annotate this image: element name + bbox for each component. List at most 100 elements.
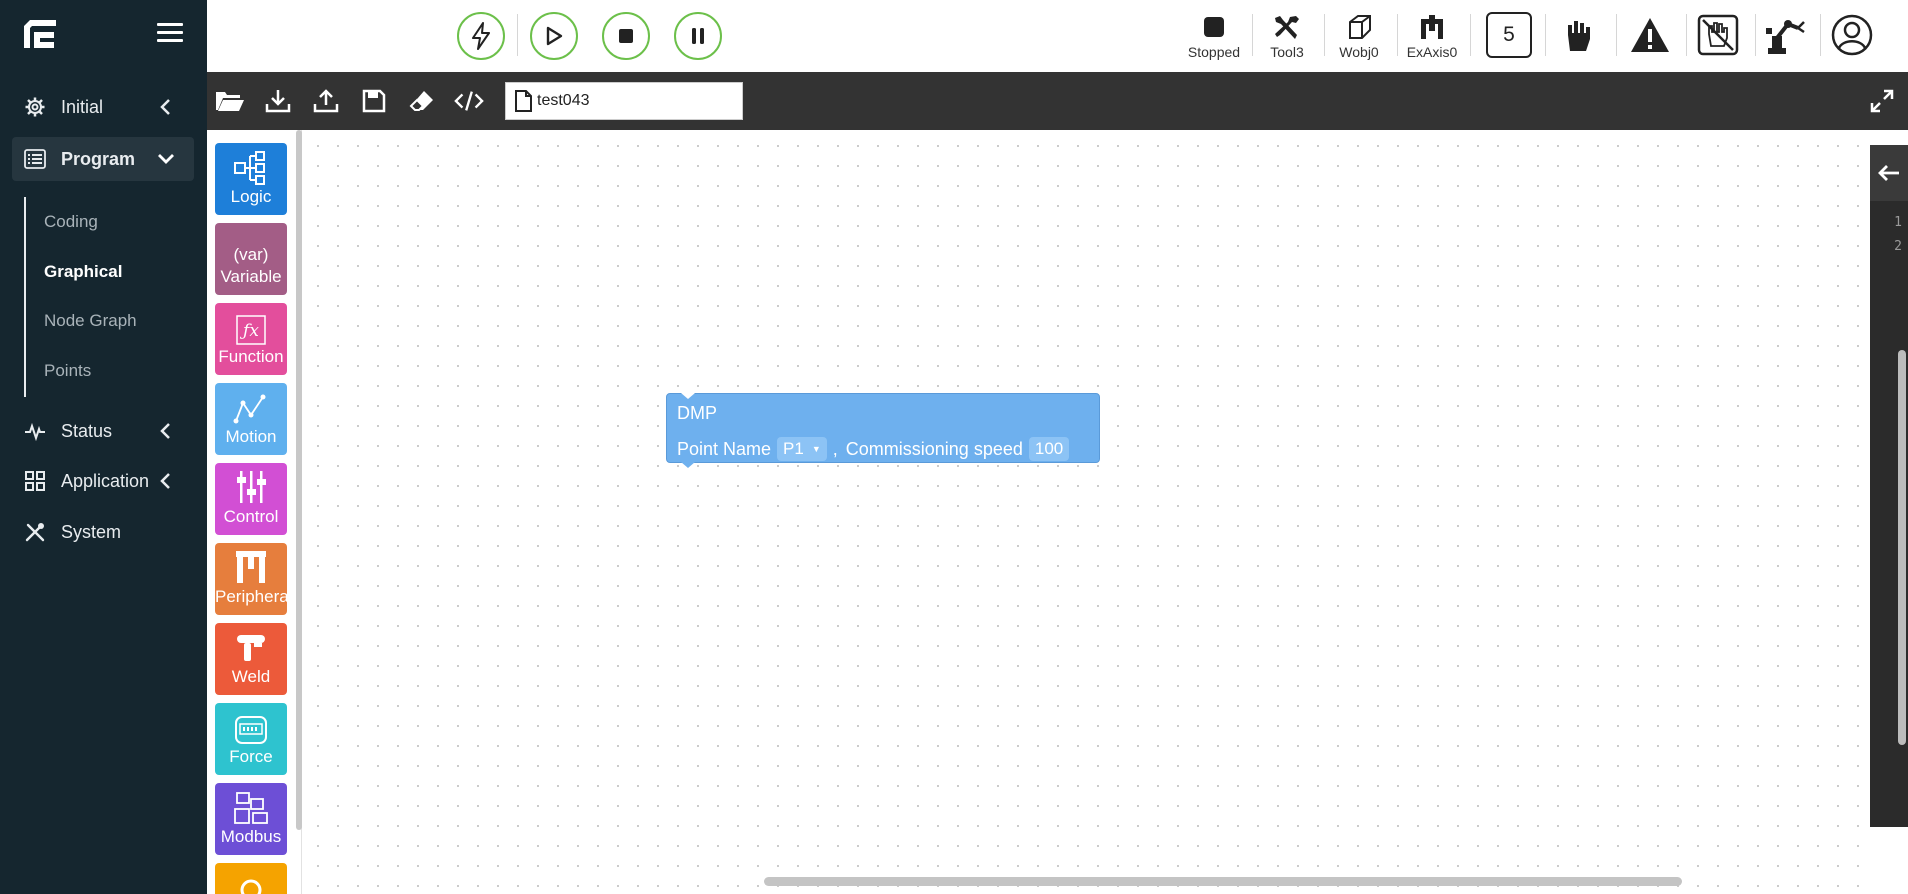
stop-button[interactable]	[602, 12, 650, 60]
nav-initial-label: Initial	[61, 96, 104, 117]
category-control[interactable]: Control	[215, 463, 287, 535]
run-status-label: Stopped	[1187, 44, 1241, 60]
run-status: Stopped	[1178, 10, 1250, 64]
pulse-icon	[24, 420, 46, 442]
upload-icon[interactable]	[311, 86, 341, 116]
collapse-panel-button[interactable]	[1870, 145, 1908, 201]
nav-status-label: Status	[61, 420, 113, 441]
menu-toggle-icon[interactable]	[157, 23, 183, 45]
category-modbus-label: Modbus	[220, 827, 282, 846]
wrench-icon	[1275, 16, 1299, 39]
file-name-value: test043	[537, 92, 590, 109]
workspace-hscrollbar[interactable]	[764, 877, 1682, 886]
hand-mode-icon[interactable]	[1555, 12, 1601, 58]
dropdown-caret-icon: ▼	[811, 444, 821, 454]
tool-label: Tool3	[1270, 44, 1304, 60]
warning-icon[interactable]	[1627, 12, 1673, 58]
category-more[interactable]	[215, 863, 287, 894]
exaxis-selector[interactable]: ExAxis0	[1396, 10, 1468, 64]
function-icon: ƒx	[236, 315, 266, 345]
enable-button[interactable]	[457, 12, 505, 60]
category-function[interactable]: ƒx Function	[215, 303, 287, 375]
nav-system[interactable]: System	[12, 510, 194, 554]
category-peripheral[interactable]: Peripheral	[215, 543, 287, 615]
point-name-value: P1	[783, 439, 804, 458]
divider	[1545, 14, 1546, 56]
file-name-field[interactable]: test043	[505, 82, 743, 120]
speed-level[interactable]: 5	[1486, 12, 1532, 58]
pause-button[interactable]	[674, 12, 722, 60]
category-weld[interactable]: Weld	[215, 623, 287, 695]
grid-icon	[24, 470, 46, 492]
wobj-label: Wobj0	[1339, 44, 1379, 60]
play-button[interactable]	[530, 12, 578, 60]
point-name-label: Point Name	[677, 438, 772, 459]
stopped-icon	[1204, 17, 1224, 37]
divider	[517, 14, 518, 56]
category-logic[interactable]: Logic	[215, 143, 287, 215]
divider	[1686, 14, 1687, 56]
tools-icon	[24, 521, 46, 543]
user-avatar-icon[interactable]	[1829, 12, 1875, 58]
sidebar: Initial Program Coding Graphical Node Gr…	[0, 0, 207, 894]
separator-comma: ,	[832, 438, 838, 459]
block-title: DMP	[677, 403, 717, 423]
nav-application[interactable]: Application	[12, 459, 194, 503]
dmp-block[interactable]: DMP Point Name P1 ▼ , Commissioning spee…	[666, 393, 1100, 468]
category-force[interactable]: Force	[215, 703, 287, 775]
subnav-coding[interactable]: Coding	[44, 212, 98, 232]
svg-text:ƒx: ƒx	[239, 321, 259, 341]
nav-application-label: Application	[61, 470, 150, 491]
block-toolbox: Logic (var) Variable ƒx Function Motion …	[207, 130, 302, 894]
robot-arm-icon[interactable]	[1763, 12, 1809, 58]
nav-initial[interactable]: Initial	[12, 85, 194, 129]
block-workspace[interactable]	[302, 130, 1870, 894]
category-motion[interactable]: Motion	[215, 383, 287, 455]
wobj-selector[interactable]: Wobj0	[1323, 10, 1395, 64]
line-number: 2	[1894, 239, 1902, 254]
download-icon[interactable]	[263, 86, 293, 116]
category-peripheral-label: Peripheral	[215, 587, 287, 606]
fullscreen-icon[interactable]	[1867, 86, 1897, 116]
code-view-icon[interactable]	[454, 86, 484, 116]
nav-program-label: Program	[61, 148, 136, 169]
sliders-icon	[237, 471, 266, 503]
ex-axis-icon	[1421, 15, 1443, 39]
subnav-graphical[interactable]: Graphical	[44, 262, 122, 282]
drag-teach-icon[interactable]	[1695, 12, 1741, 58]
arrow-left-icon	[1878, 165, 1899, 181]
nav-program[interactable]: Program	[12, 137, 194, 181]
category-variable[interactable]: (var) Variable	[215, 223, 287, 295]
lightning-icon	[472, 22, 490, 50]
settings-icon	[240, 879, 262, 894]
chevron-down-icon	[158, 154, 174, 164]
eraser-icon[interactable]	[407, 86, 437, 116]
tool-selector[interactable]: Tool3	[1251, 10, 1323, 64]
subnav-points[interactable]: Points	[44, 361, 91, 381]
category-weld-label: Weld	[231, 667, 271, 686]
weld-gun-icon	[237, 635, 265, 661]
open-folder-icon[interactable]	[215, 86, 245, 116]
peripheral-gantry-icon	[236, 551, 266, 583]
divider	[1820, 14, 1821, 56]
point-name-dropdown[interactable]: P1 ▼	[777, 437, 827, 461]
subnav-node-graph[interactable]: Node Graph	[44, 311, 137, 331]
category-motion-label: Motion	[225, 427, 277, 446]
category-function-label: Function	[218, 347, 284, 366]
gear-icon	[24, 96, 46, 118]
code-vscrollbar[interactable]	[1898, 350, 1906, 745]
file-toolbar	[207, 72, 1908, 130]
category-force-label: Force	[229, 747, 273, 766]
force-sensor-icon	[235, 716, 267, 744]
category-modbus[interactable]: Modbus	[215, 783, 287, 855]
cube-icon	[1349, 15, 1371, 39]
speed-input[interactable]: 100	[1028, 437, 1070, 461]
block-notch	[681, 393, 695, 399]
code-side-panel: 1 2	[1870, 145, 1908, 827]
divider	[1470, 14, 1471, 56]
app-logo-icon	[24, 20, 56, 48]
logic-tree-icon	[234, 151, 265, 185]
save-icon[interactable]	[359, 86, 389, 116]
nav-status[interactable]: Status	[12, 409, 194, 453]
divider	[1755, 14, 1756, 56]
